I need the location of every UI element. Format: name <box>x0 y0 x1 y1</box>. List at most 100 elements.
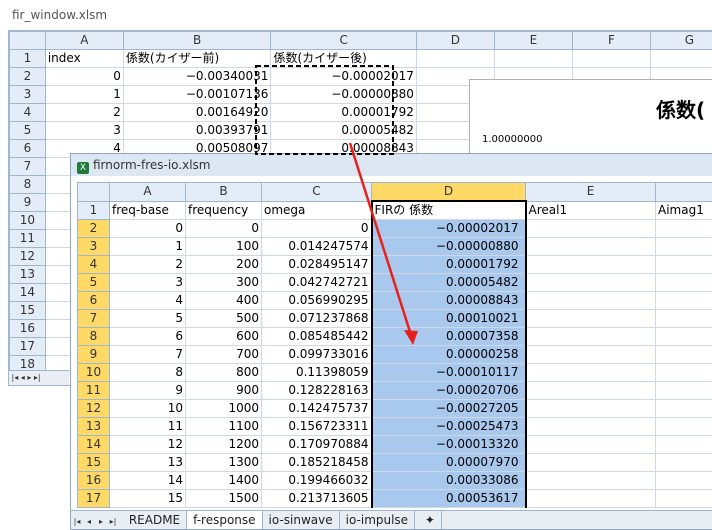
row-header[interactable]: 1 <box>10 50 46 68</box>
column-header[interactable]: B <box>186 183 262 202</box>
cell[interactable]: 100 <box>186 238 262 256</box>
cell[interactable] <box>656 310 712 328</box>
cell[interactable] <box>526 418 656 436</box>
last-sheet-icon[interactable]: ▸| <box>107 513 119 530</box>
cell[interactable] <box>526 238 656 256</box>
row-header[interactable]: 9 <box>78 346 110 364</box>
cell[interactable]: 0.099733016 <box>262 346 372 364</box>
row-header[interactable]: 16 <box>10 320 46 338</box>
row-header[interactable]: 3 <box>78 238 110 256</box>
sheet-tab[interactable]: README <box>123 511 187 529</box>
cell[interactable] <box>526 400 656 418</box>
row-header[interactable]: 17 <box>78 490 110 508</box>
cell[interactable]: 0.170970884 <box>262 436 372 454</box>
cell[interactable] <box>526 364 656 382</box>
cell[interactable]: 400 <box>186 292 262 310</box>
cell[interactable]: 0.00053617 <box>372 490 526 508</box>
cell[interactable]: 0.014247574 <box>262 238 372 256</box>
column-header[interactable]: D <box>416 32 494 50</box>
header-cell[interactable]: frequency <box>186 201 262 220</box>
header-cell[interactable]: freq-base <box>110 201 186 220</box>
cell[interactable] <box>526 256 656 274</box>
cell[interactable]: 8 <box>110 364 186 382</box>
sheet-tab[interactable]: f-response <box>187 511 262 529</box>
cell[interactable] <box>526 328 656 346</box>
row-header[interactable]: 4 <box>10 104 46 122</box>
row-header[interactable]: 12 <box>78 400 110 418</box>
cell[interactable] <box>656 436 712 454</box>
row-header[interactable]: 15 <box>78 454 110 472</box>
row-header[interactable]: 2 <box>10 68 46 86</box>
row-header[interactable]: 9 <box>10 194 46 212</box>
column-header[interactable]: C <box>271 32 416 50</box>
cell[interactable] <box>526 346 656 364</box>
cell[interactable]: 0.156723311 <box>262 418 372 436</box>
sheet-tab[interactable]: io-sinwave <box>263 511 340 529</box>
row-header[interactable]: 7 <box>10 158 46 176</box>
row-header[interactable]: 6 <box>10 140 46 158</box>
column-header[interactable]: G <box>650 32 712 50</box>
cell[interactable]: 3 <box>45 122 123 140</box>
cell[interactable]: 0.142475737 <box>262 400 372 418</box>
prev-sheet-icon[interactable]: ◂ <box>83 513 95 530</box>
cell[interactable]: 0.00008843 <box>372 292 526 310</box>
cell[interactable]: 0 <box>45 68 123 86</box>
cell[interactable]: 5 <box>110 310 186 328</box>
row-header[interactable]: 8 <box>78 328 110 346</box>
cell[interactable] <box>526 310 656 328</box>
cell[interactable]: 0.00010021 <box>372 310 526 328</box>
cell[interactable] <box>526 292 656 310</box>
cell[interactable]: 9 <box>110 382 186 400</box>
cell[interactable]: index <box>45 50 123 68</box>
cell[interactable] <box>526 490 656 508</box>
cell[interactable]: 0.00007970 <box>372 454 526 472</box>
select-all-corner[interactable] <box>78 183 110 202</box>
column-header[interactable]: C <box>262 183 372 202</box>
column-header[interactable]: E <box>494 32 572 50</box>
new-sheet-icon[interactable]: ✦ <box>419 511 442 529</box>
row-header[interactable]: 17 <box>10 338 46 356</box>
column-header[interactable]: E <box>526 183 656 202</box>
cell[interactable]: 0.128228163 <box>262 382 372 400</box>
cell[interactable] <box>656 490 712 508</box>
column-header[interactable]: A <box>45 32 123 50</box>
cell[interactable] <box>656 220 712 238</box>
row-header[interactable]: 6 <box>78 292 110 310</box>
cell[interactable] <box>526 472 656 490</box>
cell[interactable] <box>526 436 656 454</box>
cell[interactable] <box>526 274 656 292</box>
cell[interactable] <box>656 472 712 490</box>
cell[interactable] <box>656 274 712 292</box>
cell[interactable]: 0.199466032 <box>262 472 372 490</box>
cell[interactable]: 15 <box>110 490 186 508</box>
row-header[interactable]: 13 <box>10 266 46 284</box>
cell[interactable]: 0.00164920 <box>123 104 271 122</box>
row-header[interactable]: 14 <box>78 436 110 454</box>
cell[interactable]: 1000 <box>186 400 262 418</box>
cell[interactable]: 0.11398059 <box>262 364 372 382</box>
cell[interactable]: 0 <box>186 220 262 238</box>
cell[interactable]: 12 <box>110 436 186 454</box>
cell[interactable]: 係数(カイザー後) <box>271 50 416 68</box>
row-header[interactable]: 10 <box>78 364 110 382</box>
cell[interactable]: 600 <box>186 328 262 346</box>
sheet-tab[interactable]: io-impulse <box>340 511 415 529</box>
cell[interactable]: 300 <box>186 274 262 292</box>
cell[interactable]: −0.00002017 <box>271 68 416 86</box>
cell[interactable]: 0.071237868 <box>262 310 372 328</box>
cell[interactable]: 13 <box>110 454 186 472</box>
column-header[interactable]: F <box>572 32 650 50</box>
cell[interactable]: 1500 <box>186 490 262 508</box>
cell[interactable]: 800 <box>186 364 262 382</box>
cell[interactable]: 1400 <box>186 472 262 490</box>
column-header[interactable] <box>656 183 712 202</box>
cell[interactable]: 2 <box>110 256 186 274</box>
cell[interactable]: 1 <box>45 86 123 104</box>
cell[interactable] <box>656 382 712 400</box>
row-header[interactable]: 15 <box>10 302 46 320</box>
row-header[interactable]: 11 <box>78 382 110 400</box>
cell[interactable]: −0.00010117 <box>372 364 526 382</box>
cell[interactable]: 0.00033086 <box>372 472 526 490</box>
cell[interactable]: 0.00393791 <box>123 122 271 140</box>
cell[interactable]: 0.028495147 <box>262 256 372 274</box>
